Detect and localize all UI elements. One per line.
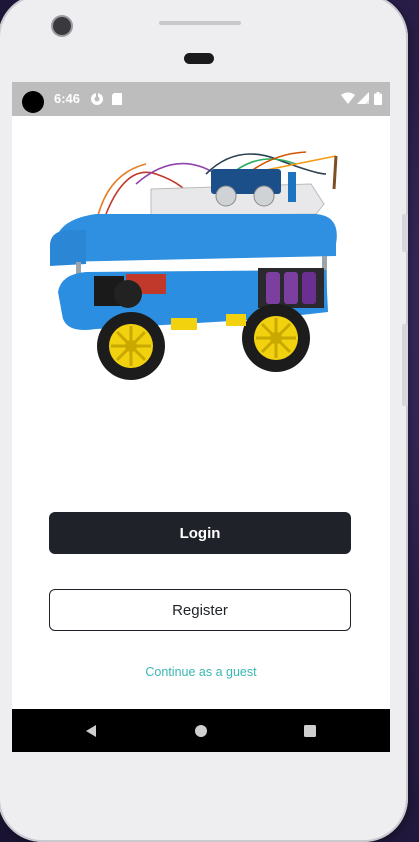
signal-icon xyxy=(357,92,369,107)
battery-icon xyxy=(374,92,382,108)
power-button xyxy=(402,324,408,406)
notification-icon xyxy=(90,92,104,109)
login-button[interactable]: Login xyxy=(49,512,351,554)
robot-car-image xyxy=(50,151,338,380)
screen: 6:46 Login Register Continue as a guest xyxy=(12,82,390,752)
register-button[interactable]: Register xyxy=(49,589,351,631)
login-screen: Login Register Continue as a guest xyxy=(12,116,390,709)
status-time: 6:46 xyxy=(54,91,81,106)
back-icon[interactable] xyxy=(71,709,111,752)
navigation-bar xyxy=(12,709,390,752)
front-camera xyxy=(53,17,71,35)
volume-button xyxy=(402,214,408,252)
camera-cutout xyxy=(22,91,44,113)
continue-as-guest-link[interactable]: Continue as a guest xyxy=(12,665,390,679)
recents-icon[interactable] xyxy=(290,709,330,752)
wifi-icon xyxy=(341,92,355,108)
home-icon[interactable] xyxy=(181,709,221,752)
sd-card-icon xyxy=(111,92,123,109)
status-bar: 6:46 xyxy=(12,82,390,116)
earpiece-speaker xyxy=(159,21,241,25)
proximity-sensor xyxy=(184,53,214,64)
